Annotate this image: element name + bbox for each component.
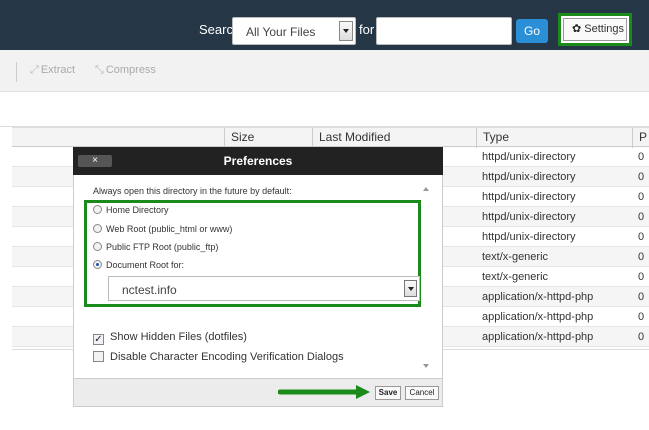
type-cell: text/x-generic — [482, 251, 549, 263]
toolbar-divider — [16, 62, 17, 82]
cancel-button[interactable]: Cancel — [405, 386, 439, 400]
dialog-scrollbar[interactable] — [421, 183, 431, 373]
type-cell: httpd/unix-directory — [482, 211, 576, 223]
show-hidden-files-checkbox[interactable]: ✓ Show Hidden Files (dotfiles) — [93, 331, 247, 345]
settings-button[interactable]: ✿ Settings — [563, 18, 627, 41]
perms-cell: 0 — [638, 331, 645, 343]
search-scope-value: All Your Files — [246, 25, 316, 39]
extract-label: Extract — [40, 64, 76, 76]
compress-icon: ⤡ — [95, 64, 104, 76]
radio-icon[interactable] — [93, 224, 102, 233]
table-header: Size Last Modified Type P — [12, 127, 649, 148]
file-toolbar: ⤢ Extract ⤡ Compress — [0, 50, 649, 92]
disable-encoding-dialogs-checkbox[interactable]: Disable Character Encoding Verification … — [93, 351, 344, 363]
perms-column-header[interactable]: P — [632, 128, 649, 148]
type-cell: httpd/unix-directory — [482, 231, 576, 243]
go-button[interactable]: Go — [516, 19, 548, 43]
type-cell: httpd/unix-directory — [482, 151, 576, 163]
scroll-down-icon[interactable] — [423, 364, 429, 368]
close-button[interactable]: × — [78, 155, 112, 167]
perms-cell: 0 — [638, 251, 645, 263]
type-cell: httpd/unix-directory — [482, 171, 576, 183]
search-scope-select[interactable]: All Your Files — [232, 17, 356, 45]
radio-home-directory[interactable]: Home Directory — [93, 205, 169, 215]
modified-column-header[interactable]: Last Modified — [312, 128, 476, 148]
gear-icon: ✿ — [572, 23, 582, 35]
perms-cell: 0 — [638, 191, 645, 203]
dropdown-arrow-icon[interactable] — [404, 280, 417, 297]
scroll-up-icon[interactable] — [423, 187, 429, 191]
radio-document-root[interactable]: Document Root for: — [93, 260, 184, 270]
checkbox-icon[interactable] — [93, 351, 104, 362]
size-column-header[interactable]: Size — [224, 128, 312, 148]
extract-button[interactable]: ⤢ Extract — [30, 64, 75, 77]
radio-icon[interactable] — [93, 205, 102, 214]
green-arrow-icon — [278, 385, 370, 399]
radio-label: Web Root (public_html or www) — [106, 224, 233, 234]
top-search-bar: Search All Your Files for Go ✿ Settings — [0, 0, 649, 50]
perms-cell: 0 — [638, 171, 645, 183]
type-cell: text/x-generic — [482, 271, 549, 283]
dropdown-arrow-icon[interactable] — [339, 21, 353, 41]
default-directory-intro: Always open this directory in the future… — [93, 186, 292, 196]
extract-icon: ⤢ — [30, 64, 39, 76]
radio-label: Public FTP Root (public_ftp) — [106, 242, 219, 252]
save-button[interactable]: Save — [375, 386, 401, 400]
perms-cell: 0 — [638, 291, 645, 303]
perms-cell: 0 — [638, 151, 645, 163]
radio-label: Document Root for: — [106, 260, 185, 270]
radio-web-root[interactable]: Web Root (public_html or www) — [93, 224, 232, 234]
preferences-dialog: Preferences × Always open this directory… — [73, 147, 443, 407]
breadcrumb-row — [0, 92, 649, 127]
radio-label: Home Directory — [106, 205, 169, 215]
perms-cell: 0 — [638, 211, 645, 223]
settings-label: Settings — [584, 23, 625, 35]
dialog-body: Always open this directory in the future… — [73, 175, 443, 378]
radio-icon[interactable] — [93, 242, 102, 251]
type-cell: httpd/unix-directory — [482, 191, 576, 203]
type-cell: application/x-httpd-php — [482, 311, 594, 323]
type-column-header[interactable]: Type — [476, 128, 632, 148]
checkbox-label: Disable Character Encoding Verification … — [110, 351, 344, 363]
perms-cell: 0 — [638, 231, 645, 243]
dialog-title: Preferences — [223, 154, 293, 168]
perms-cell: 0 — [638, 271, 645, 283]
checkbox-label: Show Hidden Files (dotfiles) — [110, 331, 247, 343]
radio-public-ftp-root[interactable]: Public FTP Root (public_ftp) — [93, 242, 218, 252]
for-label: for — [359, 22, 375, 37]
dialog-header: Preferences × — [73, 147, 443, 175]
document-root-domain-select[interactable]: nctest.info — [108, 276, 420, 301]
radio-selected-icon[interactable] — [93, 260, 102, 269]
search-input[interactable] — [376, 17, 512, 45]
compress-label: Compress — [105, 64, 156, 76]
compress-button[interactable]: ⤡ Compress — [95, 64, 156, 77]
domain-value: nctest.info — [122, 283, 177, 297]
file-manager-screen: Search All Your Files for Go ✿ Settings … — [0, 0, 649, 430]
settings-highlight-box: ✿ Settings — [558, 13, 632, 46]
type-cell: application/x-httpd-php — [482, 331, 594, 343]
checkbox-checked-icon[interactable]: ✓ — [93, 334, 104, 345]
perms-cell: 0 — [638, 311, 645, 323]
type-cell: application/x-httpd-php — [482, 291, 594, 303]
